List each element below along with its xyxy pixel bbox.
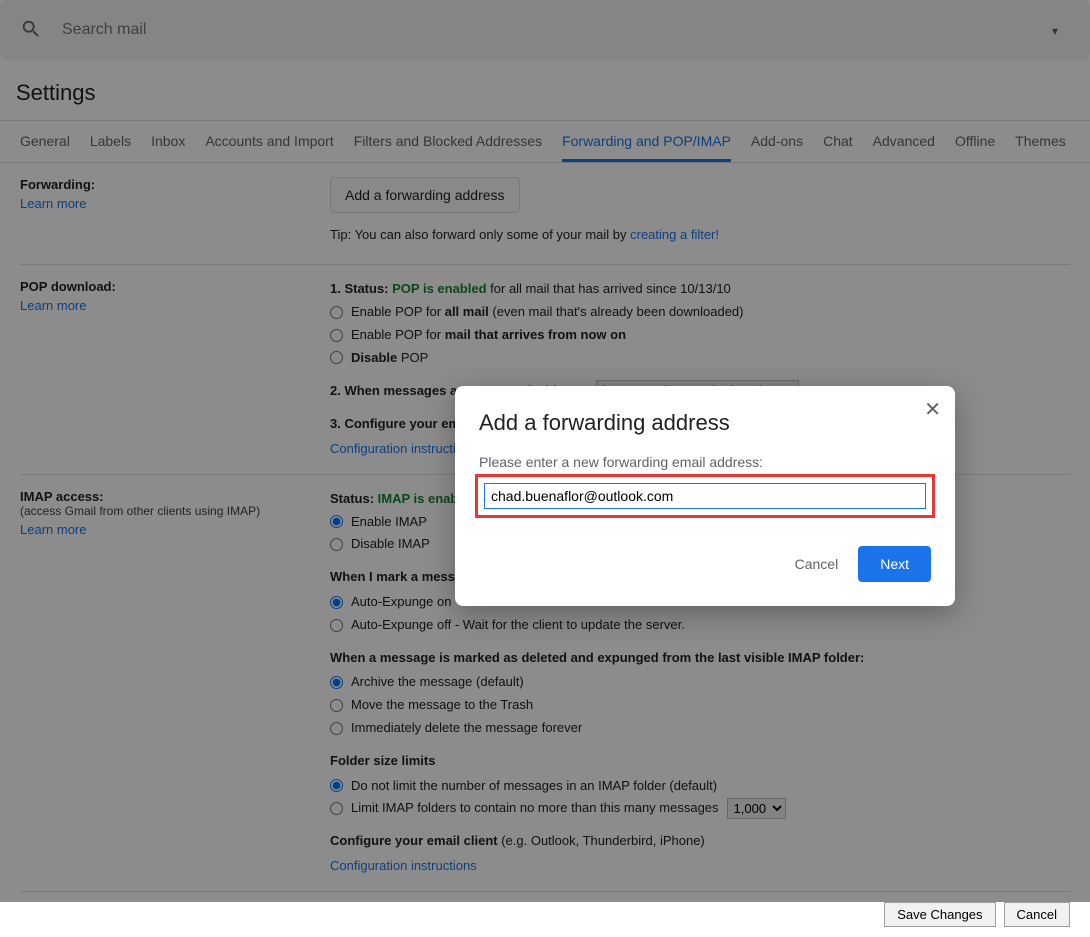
modal-title: Add a forwarding address <box>479 410 931 436</box>
modal-next-button[interactable]: Next <box>858 546 931 582</box>
cancel-button[interactable]: Cancel <box>1004 902 1070 927</box>
save-changes-button[interactable]: Save Changes <box>884 902 995 927</box>
input-highlight <box>475 474 935 518</box>
modal-prompt: Please enter a new forwarding email addr… <box>479 454 931 470</box>
forwarding-email-input[interactable] <box>484 483 926 509</box>
close-icon[interactable]: ✕ <box>924 400 941 420</box>
modal-cancel-button[interactable]: Cancel <box>785 548 849 580</box>
forwarding-address-modal: ✕ Add a forwarding address Please enter … <box>455 386 955 606</box>
